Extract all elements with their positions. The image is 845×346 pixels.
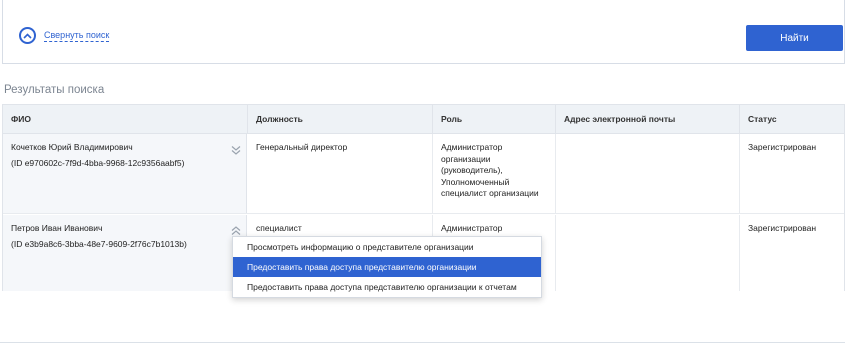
page: Свернуть поиск Найти Результаты поиска Ф… [0, 0, 845, 346]
chevron-up-circle-icon [19, 27, 36, 44]
double-chevron-down-icon[interactable] [230, 143, 242, 155]
table-header: ФИО Должность Роль Адрес электронной поч… [3, 105, 844, 134]
role-cell: Администратор организации (руководитель)… [433, 134, 556, 213]
email-cell [556, 134, 740, 213]
table-row[interactable]: Кочетков Юрий Владимирович (ID e970602c-… [3, 134, 844, 214]
column-header-email[interactable]: Адрес электронной почты [556, 105, 740, 133]
collapse-search-label: Свернуть поиск [44, 29, 110, 42]
double-chevron-up-icon[interactable] [230, 224, 242, 236]
find-button[interactable]: Найти [746, 25, 843, 51]
column-header-fio[interactable]: ФИО [3, 105, 248, 133]
fio-cell: Петров Иван Иванович (ID e3b9a8c6-3bba-4… [3, 215, 247, 291]
person-id: (ID e3b9a8c6-3bba-48e7-9609-2f76c7b1013b… [11, 239, 187, 249]
status-cell: Зарегистрирован [748, 142, 817, 152]
menu-item-view-info[interactable]: Просмотреть информацию о представителе о… [233, 237, 541, 257]
column-header-role[interactable]: Роль [433, 105, 556, 133]
collapse-search-button[interactable]: Свернуть поиск [19, 27, 110, 44]
person-id: (ID e970602c-7f9d-4bba-9968-12c9356aabf5… [11, 158, 185, 168]
status-cell: Зарегистрирован [748, 223, 817, 233]
person-name: Петров Иван Иванович [11, 223, 103, 233]
menu-item-grant-access[interactable]: Предоставить права доступа представителю… [233, 257, 541, 277]
fio-cell: Кочетков Юрий Владимирович (ID e970602c-… [3, 134, 247, 213]
results-title: Результаты поиска [4, 84, 105, 96]
row-actions-menu: Просмотреть информацию о представителе о… [232, 236, 542, 298]
column-header-position[interactable]: Должность [248, 105, 433, 133]
email-cell [556, 215, 740, 291]
search-panel: Свернуть поиск Найти [2, 0, 845, 64]
column-header-status[interactable]: Статус [740, 105, 844, 133]
menu-item-grant-report-access[interactable]: Предоставить права доступа представителю… [233, 277, 541, 297]
person-name: Кочетков Юрий Владимирович [11, 142, 133, 152]
divider [0, 342, 845, 343]
position-cell: Генеральный директор [248, 134, 433, 213]
